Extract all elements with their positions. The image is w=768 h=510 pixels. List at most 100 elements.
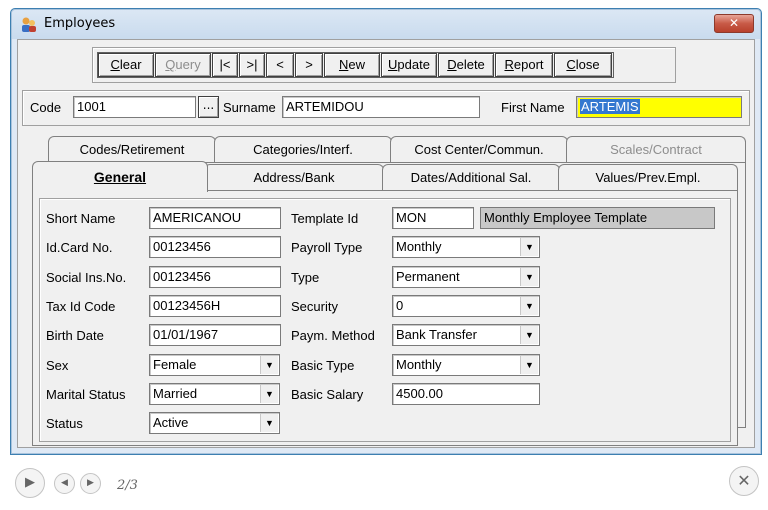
basic-type-label: Basic Type (291, 357, 355, 373)
employees-window: Employees ✕ Clear Query |< >| < > New Update Del… (10, 8, 762, 455)
sex-select[interactable]: Female ▼ (149, 353, 280, 376)
toolbar-buttons: Clear Query |< >| < > New Update Delete Report Clo… (97, 52, 614, 78)
surname-field[interactable]: ARTEMIDOU (282, 96, 480, 118)
type-select[interactable]: Permanent ▼ (392, 265, 540, 288)
paym-method-label: Paym. Method (291, 328, 375, 344)
window-close-button[interactable]: ✕ (714, 14, 754, 33)
next-button[interactable]: > (295, 53, 323, 77)
type-value: Permanent (396, 268, 460, 284)
firstname-label: First Name (501, 100, 565, 115)
employee-header: Code 1001 ... Surname ARTEMIDOU First Na… (22, 90, 750, 126)
birth-date-field[interactable]: 01/01/1967 (149, 324, 281, 347)
id-card-no-value: 00123456 (153, 239, 211, 255)
chevron-down-icon[interactable]: ▼ (520, 296, 538, 315)
close-button[interactable]: Close (554, 53, 612, 77)
chevron-down-icon[interactable]: ▼ (520, 326, 538, 345)
tab-cost-center-commun[interactable]: Cost Center/Commun. (390, 139, 568, 161)
query-button[interactable]: Query (155, 53, 211, 77)
short-name-value: AMERICANOU (153, 210, 242, 225)
page-indicator: 2/3 (117, 478, 138, 493)
chevron-down-icon[interactable]: ▼ (260, 355, 278, 374)
marital-status-label: Marital Status (46, 386, 126, 402)
tab-categories-interf[interactable]: Categories/Interf. (214, 139, 392, 161)
template-id-field[interactable]: MON (392, 207, 474, 229)
play-icon: ▶ (25, 475, 35, 490)
toolbar: Clear Query |< >| < > New Update Delete Report Clo… (92, 47, 676, 83)
social-ins-no-label: Social Ins.No. (46, 269, 127, 285)
template-description-field: Monthly Employee Template (480, 207, 715, 229)
basic-salary-value: 4500.00 (396, 385, 443, 401)
update-button[interactable]: Update (381, 53, 437, 77)
basic-type-select[interactable]: Monthly ▼ (392, 353, 540, 376)
last-button[interactable]: >| (239, 53, 265, 77)
status-value: Active (153, 415, 189, 431)
code-label: Code (30, 100, 62, 115)
window-title: Employees (44, 16, 116, 31)
payroll-type-label: Payroll Type (291, 240, 363, 256)
chevron-down-icon[interactable]: ▼ (260, 384, 278, 403)
general-tab-panel: Short Name AMERICANOU Id.Card No. 00123456 S… (32, 190, 738, 446)
tab-dates-additional-sal[interactable]: Dates/Additional Sal. (382, 167, 560, 189)
social-ins-no-value: 00123456 (153, 268, 211, 284)
title-bar: Employees ✕ (12, 10, 760, 39)
birth-date-label: Birth Date (46, 328, 104, 344)
viewer: Employees ✕ Clear Query |< >| < > New Update Del… (0, 0, 768, 510)
firstname-field[interactable]: ARTEMIS (576, 96, 742, 118)
id-card-no-field[interactable]: 00123456 (149, 236, 281, 259)
first-button[interactable]: |< (212, 53, 238, 77)
paym-method-select[interactable]: Bank Transfer ▼ (392, 324, 540, 347)
chevron-down-icon[interactable]: ▼ (520, 355, 538, 374)
previous-button[interactable]: ◀ (54, 473, 75, 494)
status-label: Status (46, 416, 83, 432)
tax-id-code-value: 00123456H (153, 297, 221, 313)
clear-button[interactable]: Clear (98, 53, 154, 77)
code-lookup-button[interactable]: ... (198, 96, 219, 118)
tax-id-code-field[interactable]: 00123456H (149, 294, 281, 317)
payroll-type-select[interactable]: Monthly ▼ (392, 236, 540, 259)
tab-scales-contract[interactable]: Scales/Contract (566, 139, 746, 161)
chevron-down-icon[interactable]: ▼ (520, 267, 538, 286)
tab-codes-retirement[interactable]: Codes/Retirement (48, 139, 216, 161)
close-icon: ✕ (737, 471, 751, 490)
previous-icon: ◀ (61, 478, 68, 488)
tab-values-prev-empl[interactable]: Values/Prev.Empl. (558, 167, 738, 189)
birth-date-value: 01/01/1967 (153, 327, 219, 343)
report-button[interactable]: Report (495, 53, 553, 77)
chevron-down-icon[interactable]: ▼ (520, 238, 538, 257)
next-icon: ▶ (87, 478, 94, 488)
id-card-no-label: Id.Card No. (46, 240, 113, 256)
marital-status-select[interactable]: Married ▼ (149, 382, 280, 405)
security-select[interactable]: 0 ▼ (392, 294, 540, 317)
type-label: Type (291, 269, 320, 285)
code-field[interactable]: 1001 (73, 96, 196, 118)
security-value: 0 (396, 297, 404, 313)
template-id-value: MON (396, 210, 427, 225)
chevron-down-icon[interactable]: ▼ (260, 414, 278, 433)
basic-type-value: Monthly (396, 356, 442, 372)
viewer-close-button[interactable]: ✕ (729, 466, 759, 496)
previous-button[interactable]: < (266, 53, 294, 77)
new-button[interactable]: New (324, 53, 380, 77)
play-button[interactable]: ▶ (15, 468, 45, 498)
basic-salary-label: Basic Salary (291, 386, 364, 402)
slideshow-controls: ▶ ◀ ▶ 2/3 ✕ (0, 456, 768, 510)
basic-salary-field[interactable]: 4500.00 (392, 382, 540, 405)
client-area: Clear Query |< >| < > New Update Delete Report Clo… (17, 39, 755, 448)
status-select[interactable]: Active ▼ (149, 412, 280, 435)
employees-app-icon (22, 17, 36, 32)
close-icon: ✕ (728, 16, 740, 30)
sex-value: Female (153, 356, 197, 372)
paym-method-value: Bank Transfer (396, 327, 477, 343)
marital-status-value: Married (153, 385, 198, 401)
short-name-label: Short Name (46, 211, 116, 226)
sex-label: Sex (46, 357, 69, 373)
social-ins-no-field[interactable]: 00123456 (149, 265, 281, 288)
tab-address-bank[interactable]: Address/Bank (204, 167, 384, 189)
surname-label: Surname (223, 100, 276, 115)
tab-general[interactable]: General (32, 166, 208, 188)
delete-button[interactable]: Delete (438, 53, 494, 77)
general-fields-group: Short Name AMERICANOU Id.Card No. 00123456 S… (39, 198, 731, 442)
short-name-field[interactable]: AMERICANOU (149, 207, 281, 229)
tax-id-code-label: Tax Id Code (46, 298, 116, 314)
next-button[interactable]: ▶ (80, 473, 101, 494)
